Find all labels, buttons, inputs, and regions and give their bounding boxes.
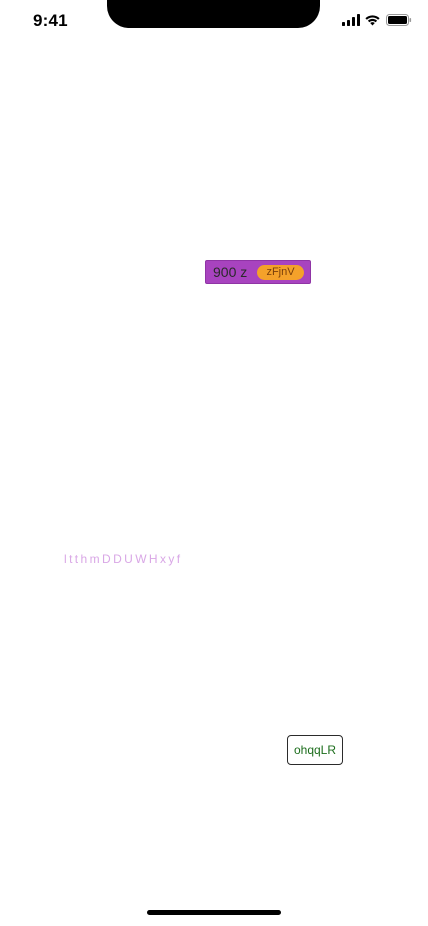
battery-icon [386,14,412,26]
cellular-signal-icon [342,14,360,26]
status-time: 9:41 [33,11,68,30]
wifi-icon [365,15,380,26]
status-icons [342,14,412,28]
home-indicator[interactable] [147,910,281,915]
device-notch [107,0,320,28]
status-bar: 9:41 [0,0,428,44]
count-badge: 900 z zFjnV [205,260,311,284]
ohqqlr-button[interactable]: ohqqLR [287,735,343,765]
faint-label: ltthmDDUWHxyf [64,552,183,566]
badge-pill: zFjnV [257,265,304,280]
badge-label: 900 z [213,264,248,280]
